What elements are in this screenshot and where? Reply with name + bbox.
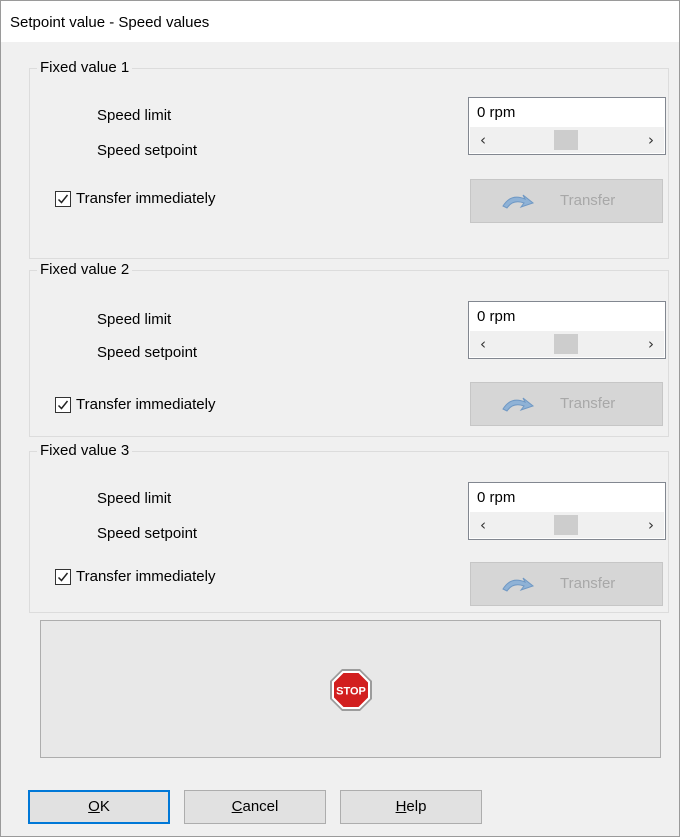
title-bar[interactable]: Setpoint value - Speed values (1, 0, 679, 42)
chevron-right-icon[interactable]: › (640, 514, 662, 536)
transfer-arrow-icon (502, 194, 535, 209)
speed-setpoint-label: Speed setpoint (97, 142, 198, 159)
help-mnemonic: H (395, 798, 407, 815)
cancel-label-rest: ancel (242, 798, 279, 815)
checkmark-icon (57, 572, 69, 582)
group-legend: Fixed value 1 (37, 59, 133, 76)
fixed-value-2-group: Fixed value 2 Speed limit Speed setpoint… (29, 261, 669, 437)
ok-mnemonic: O (88, 798, 100, 815)
speed-setpoint-label: Speed setpoint (97, 525, 198, 542)
speed-limit-label: Speed limit (97, 107, 172, 124)
fixed-value-1-group: Fixed value 1 Speed limit Speed setpoint… (29, 59, 669, 259)
help-button[interactable]: Help (340, 790, 482, 824)
checkmark-icon (57, 400, 69, 410)
chevron-left-icon[interactable]: ‹ (472, 333, 494, 355)
speed-value-text: 0 rpm (477, 104, 516, 121)
group-legend: Fixed value 3 (37, 442, 133, 459)
transfer-immediately-label: Transfer immediately (76, 190, 216, 207)
speed-scrollbar[interactable]: ‹ › (470, 331, 664, 357)
cancel-mnemonic: C (231, 798, 243, 815)
stop-button[interactable]: STOP (40, 620, 661, 758)
chevron-right-icon[interactable]: › (640, 333, 662, 355)
speed-value-field[interactable]: 0 rpm ‹ › (468, 482, 666, 540)
scrollbar-thumb[interactable] (554, 515, 578, 535)
chevron-left-icon[interactable]: ‹ (472, 129, 494, 151)
group-legend: Fixed value 2 (37, 261, 133, 278)
transfer-immediately-label: Transfer immediately (76, 396, 216, 413)
transfer-button-label: Transfer (560, 192, 616, 209)
speed-value-text: 0 rpm (477, 308, 516, 325)
transfer-arrow-icon (502, 577, 535, 592)
transfer-button-label: Transfer (560, 575, 616, 592)
fixed-value-3-group: Fixed value 3 Speed limit Speed setpoint… (29, 442, 669, 613)
stop-sign-text: STOP (336, 686, 366, 698)
checkbox-box[interactable] (55, 191, 71, 207)
speed-scrollbar[interactable]: ‹ › (470, 127, 664, 153)
checkbox-box[interactable] (55, 569, 71, 585)
transfer-immediately-label: Transfer immediately (76, 568, 216, 585)
help-label-rest: elp (406, 798, 427, 815)
speed-value-text: 0 rpm (477, 489, 516, 506)
stop-sign-icon: STOP (330, 669, 372, 711)
window-title: Setpoint value - Speed values (10, 14, 210, 31)
transfer-button[interactable]: Transfer (470, 562, 663, 606)
ok-label-rest: K (99, 798, 110, 815)
ok-button[interactable]: OK (28, 790, 170, 824)
scrollbar-thumb[interactable] (554, 334, 578, 354)
cancel-button[interactable]: Cancel (184, 790, 326, 824)
chevron-left-icon[interactable]: ‹ (472, 514, 494, 536)
scrollbar-thumb[interactable] (554, 130, 578, 150)
speed-scrollbar[interactable]: ‹ › (470, 512, 664, 538)
transfer-button[interactable]: Transfer (470, 179, 663, 223)
speed-value-field[interactable]: 0 rpm ‹ › (468, 97, 666, 155)
speed-limit-label: Speed limit (97, 490, 172, 507)
speed-values-dialog: Setpoint value - Speed values Fixed valu… (0, 0, 680, 837)
transfer-button[interactable]: Transfer (470, 382, 663, 426)
speed-limit-label: Speed limit (97, 311, 172, 328)
checkbox-box[interactable] (55, 397, 71, 413)
chevron-right-icon[interactable]: › (640, 129, 662, 151)
checkmark-icon (57, 194, 69, 204)
speed-value-field[interactable]: 0 rpm ‹ › (468, 301, 666, 359)
transfer-button-label: Transfer (560, 395, 616, 412)
transfer-arrow-icon (502, 397, 535, 412)
speed-setpoint-label: Speed setpoint (97, 344, 198, 361)
